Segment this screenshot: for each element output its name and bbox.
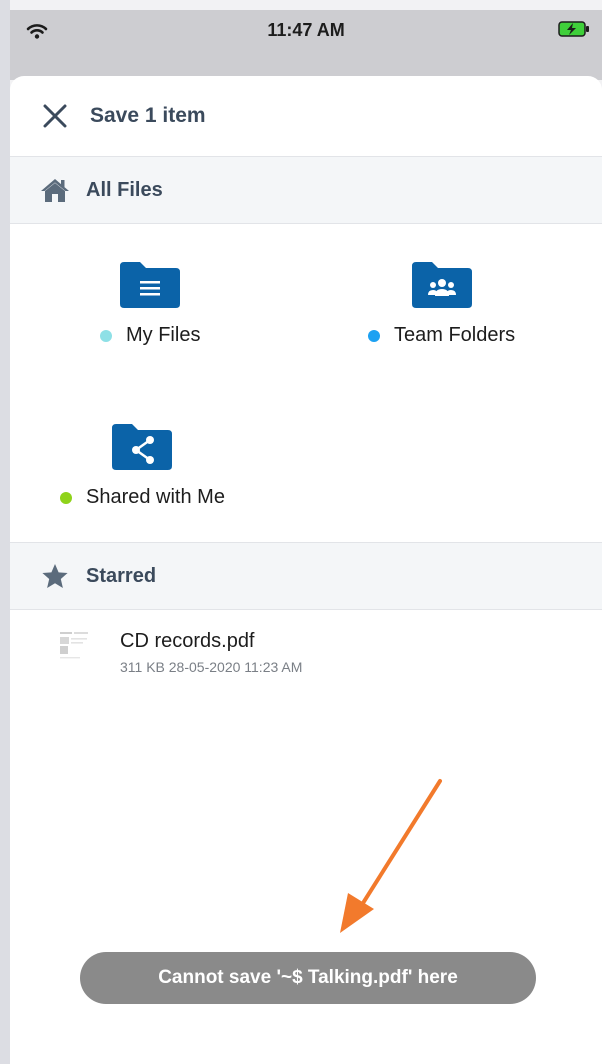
error-toast: Cannot save '~$ Talking.pdf' here xyxy=(80,952,536,1004)
folder-document-icon xyxy=(120,262,181,308)
status-dot xyxy=(60,491,72,504)
wifi-icon xyxy=(26,22,48,45)
all-files-header[interactable]: All Files xyxy=(10,157,602,224)
sheet-header: Save 1 item xyxy=(10,76,602,157)
status-time: 11:47 AM xyxy=(267,19,345,40)
folder-name: My Files xyxy=(126,324,201,346)
annotation-arrow xyxy=(340,779,442,933)
all-files-label: All Files xyxy=(86,178,163,201)
left-edge xyxy=(0,0,10,1064)
status-bar: 11:47 AM xyxy=(10,10,602,50)
status-dot xyxy=(100,329,112,342)
file-name: CD records.pdf xyxy=(120,630,255,652)
starred-label: Starred xyxy=(86,564,157,587)
pdf-thumbnail-icon xyxy=(58,630,92,662)
star-icon xyxy=(38,561,72,591)
home-icon xyxy=(38,175,72,205)
starred-header[interactable]: Starred xyxy=(10,542,602,610)
battery-charging-icon xyxy=(558,20,590,43)
sheet-title: Save 1 item xyxy=(90,104,206,127)
folder-name: Team Folders xyxy=(394,324,516,346)
folder-name: Shared with Me xyxy=(86,486,225,508)
close-icon xyxy=(43,104,67,128)
close-button[interactable] xyxy=(38,99,72,133)
starred-list: CD records.pdf 311 KB 28-05-2020 11:23 A… xyxy=(10,610,602,694)
folder-my-files[interactable]: My Files xyxy=(100,258,200,347)
folder-team-folders[interactable]: Team Folders xyxy=(368,258,515,347)
save-sheet: Save 1 item All Files My Files Team Fold… xyxy=(10,76,602,1064)
status-dot xyxy=(368,329,380,342)
toast-message: Cannot save '~$ Talking.pdf' here xyxy=(158,967,458,988)
folder-shared-with-me[interactable]: Shared with Me xyxy=(60,420,225,509)
file-meta: 311 KB 28-05-2020 11:23 AM xyxy=(120,659,303,675)
list-item[interactable]: CD records.pdf 311 KB 28-05-2020 11:23 A… xyxy=(10,610,602,694)
folder-share-icon xyxy=(112,424,173,470)
folder-grid: My Files Team Folders Shared with Me xyxy=(10,224,602,542)
folder-team-icon xyxy=(411,262,472,308)
